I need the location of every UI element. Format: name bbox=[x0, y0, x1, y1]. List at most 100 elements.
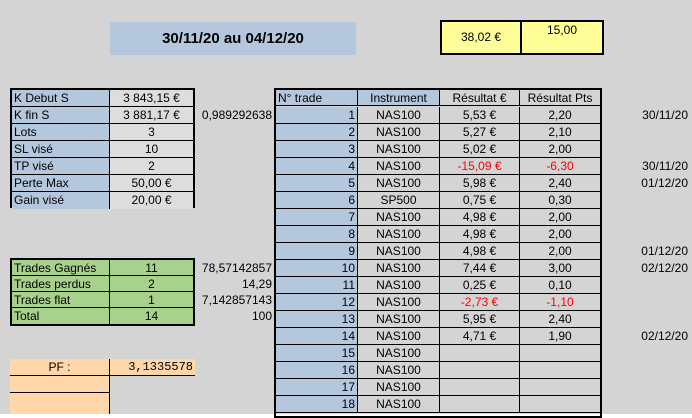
trade-date[interactable]: 02/12/20 bbox=[603, 328, 690, 345]
trade-instrument[interactable]: NAS100 bbox=[358, 277, 440, 294]
stats-extra[interactable]: 14,29 bbox=[196, 276, 274, 292]
stats-value[interactable]: 1 bbox=[110, 292, 193, 308]
trade-date[interactable]: 30/11/20 bbox=[603, 158, 690, 175]
trade-result-eur[interactable]: 0,75 € bbox=[440, 192, 520, 209]
capital-value[interactable]: 2 bbox=[110, 158, 193, 175]
stats-extra[interactable]: 78,57142857 bbox=[196, 260, 274, 276]
trade-result-pts[interactable]: 0,30 bbox=[520, 192, 600, 209]
stats-extra[interactable]: 7,142857143 bbox=[196, 292, 274, 308]
trade-instrument[interactable]: NAS100 bbox=[358, 141, 440, 158]
trade-number[interactable]: 14 bbox=[276, 328, 358, 345]
trade-number[interactable]: 11 bbox=[276, 277, 358, 294]
trade-number[interactable]: 10 bbox=[276, 260, 358, 277]
trade-result-pts[interactable]: 2,00 bbox=[520, 209, 600, 226]
pf-value[interactable]: 3,1335578 bbox=[110, 359, 195, 376]
trade-number[interactable]: 15 bbox=[276, 345, 358, 362]
trade-instrument[interactable]: NAS100 bbox=[358, 107, 440, 124]
trade-instrument[interactable]: NAS100 bbox=[358, 362, 440, 379]
trade-instrument[interactable]: NAS100 bbox=[358, 209, 440, 226]
trade-result-eur[interactable]: 5,98 € bbox=[440, 175, 520, 192]
header-result-pts[interactable]: Résultat Pts bbox=[520, 90, 600, 106]
stats-value[interactable]: 2 bbox=[110, 276, 193, 292]
trade-result-eur[interactable]: 5,27 € bbox=[440, 124, 520, 141]
trade-instrument[interactable]: SP500 bbox=[358, 192, 440, 209]
trade-result-pts[interactable]: 2,20 bbox=[520, 107, 600, 124]
trade-result-eur[interactable]: 5,95 € bbox=[440, 311, 520, 328]
capital-value[interactable]: 3 881,17 € bbox=[110, 107, 193, 124]
capital-value[interactable]: 3 bbox=[110, 124, 193, 141]
pf-empty-cell[interactable] bbox=[10, 376, 110, 393]
trade-result-pts[interactable]: 2,00 bbox=[520, 141, 600, 158]
trade-instrument[interactable]: NAS100 bbox=[358, 124, 440, 141]
stats-value[interactable]: 11 bbox=[110, 260, 193, 276]
trade-instrument[interactable]: NAS100 bbox=[358, 311, 440, 328]
trade-result-pts[interactable]: 2,00 bbox=[520, 243, 600, 260]
trade-number[interactable]: 13 bbox=[276, 311, 358, 328]
trade-instrument[interactable]: NAS100 bbox=[358, 379, 440, 396]
trade-result-pts[interactable]: 1,90 bbox=[520, 328, 600, 345]
trade-number[interactable]: 1 bbox=[276, 107, 358, 124]
trade-number[interactable]: 6 bbox=[276, 192, 358, 209]
trade-result-eur[interactable]: 0,25 € bbox=[440, 277, 520, 294]
trade-number[interactable]: 16 bbox=[276, 362, 358, 379]
stats-value[interactable]: 14 bbox=[110, 308, 193, 324]
trade-instrument[interactable]: NAS100 bbox=[358, 243, 440, 260]
trade-number[interactable]: 3 bbox=[276, 141, 358, 158]
trade-result-eur[interactable]: 4,98 € bbox=[440, 226, 520, 243]
capital-value[interactable]: 50,00 € bbox=[110, 175, 193, 192]
trade-result-pts[interactable] bbox=[520, 379, 600, 396]
trade-result-pts[interactable] bbox=[520, 345, 600, 362]
trade-date[interactable]: 30/11/20 bbox=[603, 107, 690, 124]
trade-instrument[interactable]: NAS100 bbox=[358, 260, 440, 277]
trade-result-pts[interactable]: 2,00 bbox=[520, 226, 600, 243]
trade-result-eur[interactable]: 4,71 € bbox=[440, 328, 520, 345]
trade-result-eur[interactable] bbox=[440, 379, 520, 396]
trade-result-eur[interactable] bbox=[440, 362, 520, 379]
capital-value[interactable]: 20,00 € bbox=[110, 192, 193, 209]
trade-result-eur[interactable]: 5,53 € bbox=[440, 107, 520, 124]
trade-result-pts[interactable]: -6,30 bbox=[520, 158, 600, 175]
trade-number[interactable]: 18 bbox=[276, 396, 358, 413]
header-trade-number[interactable]: N° trade bbox=[276, 90, 358, 106]
trade-date[interactable]: 02/12/20 bbox=[603, 260, 690, 277]
trade-result-eur[interactable] bbox=[440, 345, 520, 362]
trade-result-pts[interactable]: 3,00 bbox=[520, 260, 600, 277]
trade-result-eur[interactable]: 4,98 € bbox=[440, 209, 520, 226]
trade-result-pts[interactable] bbox=[520, 396, 600, 413]
trade-result-pts[interactable]: 2,10 bbox=[520, 124, 600, 141]
capital-value[interactable]: 10 bbox=[110, 141, 193, 158]
trade-date[interactable]: 01/12/20 bbox=[603, 175, 690, 192]
trade-number[interactable]: 4 bbox=[276, 158, 358, 175]
trade-number[interactable]: 17 bbox=[276, 379, 358, 396]
trade-instrument[interactable]: NAS100 bbox=[358, 226, 440, 243]
trade-instrument[interactable]: NAS100 bbox=[358, 328, 440, 345]
capital-extra[interactable]: 0,989292638 bbox=[196, 107, 274, 124]
week-title[interactable]: 30/11/20 au 04/12/20 bbox=[110, 22, 356, 55]
trade-result-eur[interactable]: 5,02 € bbox=[440, 141, 520, 158]
trade-instrument[interactable]: NAS100 bbox=[358, 294, 440, 311]
trade-number[interactable]: 5 bbox=[276, 175, 358, 192]
stats-extra[interactable]: 100 bbox=[196, 308, 274, 324]
trade-instrument[interactable]: NAS100 bbox=[358, 345, 440, 362]
total-amount-box[interactable]: 38,02 € bbox=[440, 20, 522, 55]
trade-result-eur[interactable]: 4,98 € bbox=[440, 243, 520, 260]
trade-result-pts[interactable]: 2,40 bbox=[520, 311, 600, 328]
trade-instrument[interactable]: NAS100 bbox=[358, 158, 440, 175]
header-result-eur[interactable]: Résultat € bbox=[440, 90, 520, 106]
trade-date[interactable]: 01/12/20 bbox=[603, 243, 690, 260]
trade-result-eur[interactable]: 7,44 € bbox=[440, 260, 520, 277]
trade-result-eur[interactable]: -2,73 € bbox=[440, 294, 520, 311]
trade-result-eur[interactable] bbox=[440, 396, 520, 413]
trade-result-pts[interactable]: 0,10 bbox=[520, 277, 600, 294]
trade-number[interactable]: 2 bbox=[276, 124, 358, 141]
pf-empty-cell[interactable] bbox=[10, 393, 110, 414]
trade-number[interactable]: 9 bbox=[276, 243, 358, 260]
trade-result-pts[interactable] bbox=[520, 362, 600, 379]
trade-result-eur[interactable]: -15,09 € bbox=[440, 158, 520, 175]
trade-result-pts[interactable]: -1,10 bbox=[520, 294, 600, 311]
trade-result-pts[interactable]: 2,40 bbox=[520, 175, 600, 192]
trade-number[interactable]: 12 bbox=[276, 294, 358, 311]
trade-instrument[interactable]: NAS100 bbox=[358, 175, 440, 192]
header-instrument[interactable]: Instrument bbox=[358, 90, 440, 106]
total-points-box[interactable]: 15,00 bbox=[520, 20, 604, 55]
